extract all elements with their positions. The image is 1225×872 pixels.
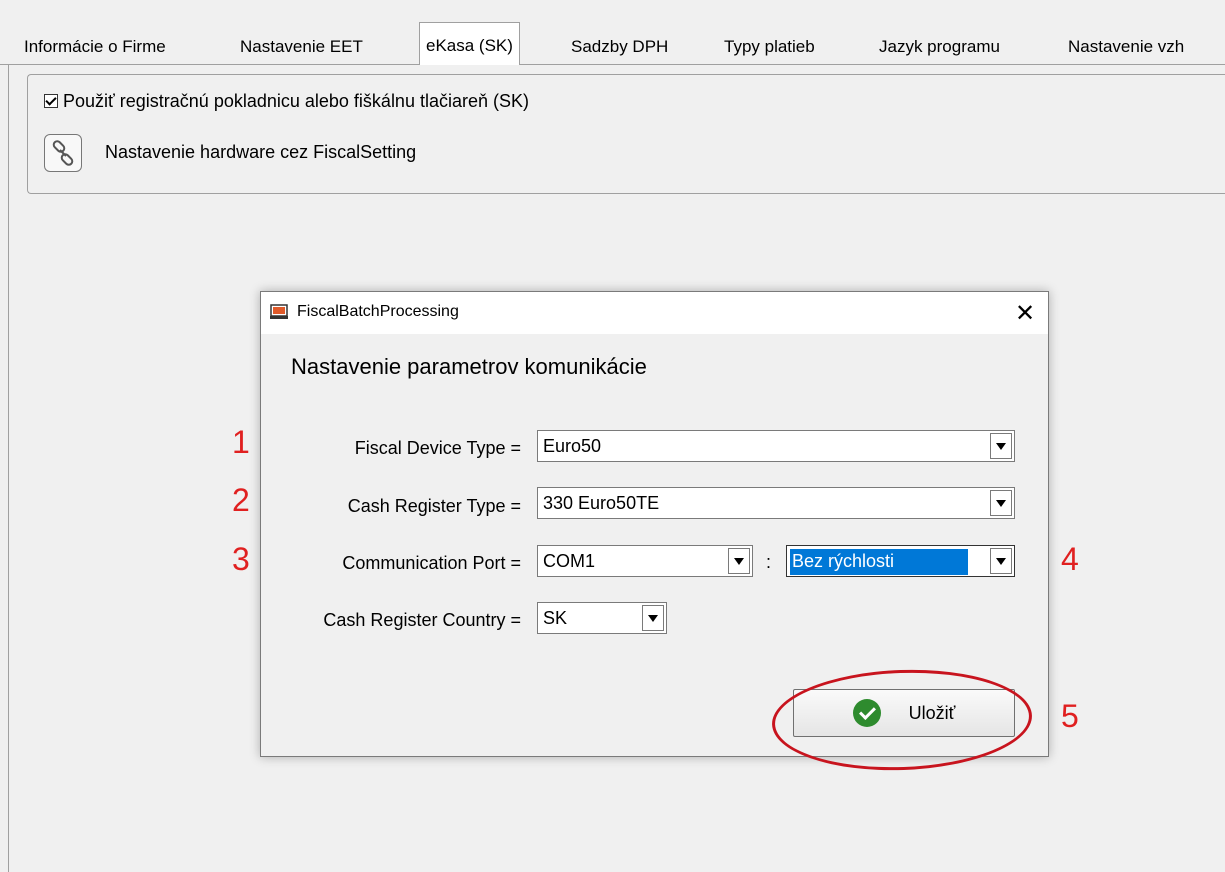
cash-register-country-value: SK (543, 608, 568, 628)
chevron-down-icon[interactable] (990, 433, 1012, 459)
cash-register-type-select[interactable]: 330 Euro50TE (537, 487, 1015, 519)
dialog-title: FiscalBatchProcessing (297, 303, 459, 320)
tab-appearance-settings[interactable]: Nastavenie vzh (1062, 30, 1190, 64)
app-icon (270, 304, 288, 319)
port-speed-select[interactable]: Bez rýchlosti (786, 545, 1015, 577)
annotation-2: 2 (232, 482, 250, 518)
cash-register-country-label: Cash Register Country = (323, 610, 521, 630)
cash-register-type-label: Cash Register Type = (347, 496, 521, 516)
dialog-heading: Nastavenie parametrov komunikácie (291, 354, 647, 379)
tab-company-info[interactable]: Informácie o Firme (18, 30, 172, 64)
tab-program-language[interactable]: Jazyk programu (873, 30, 1006, 64)
tab-ekasa[interactable]: eKasa (SK) (419, 22, 520, 65)
tab-strip: Informácie o Firme Nastavenie EET eKasa … (0, 0, 1225, 66)
cash-register-country-select[interactable]: SK (537, 602, 667, 634)
communication-port-label: Communication Port = (342, 553, 521, 573)
annotation-5: 5 (1061, 698, 1079, 734)
use-register-checkbox[interactable] (44, 94, 58, 108)
fiscal-device-type-select[interactable]: Euro50 (537, 430, 1015, 462)
chevron-down-icon[interactable] (990, 548, 1012, 574)
cash-register-type-value: 330 Euro50TE (543, 493, 660, 513)
chevron-down-icon[interactable] (990, 490, 1012, 516)
communication-port-value: COM1 (543, 551, 596, 571)
link-icon (52, 140, 74, 166)
annotation-1: 1 (232, 424, 250, 460)
tab-divider (0, 64, 1225, 65)
port-speed-value: Bez rýchlosti (790, 549, 968, 575)
use-register-checkbox-row[interactable]: Použiť registračnú pokladnicu alebo fišk… (44, 89, 529, 113)
chevron-down-icon[interactable] (642, 605, 664, 631)
port-speed-separator: : (766, 552, 772, 572)
page-border (8, 64, 9, 872)
tab-vat-rates[interactable]: Sadzby DPH (565, 30, 674, 64)
tab-eet-settings[interactable]: Nastavenie EET (234, 30, 369, 64)
annotation-4: 4 (1061, 541, 1079, 577)
fiscal-device-type-value: Euro50 (543, 436, 602, 456)
use-register-label: Použiť registračnú pokladnicu alebo fišk… (63, 90, 529, 111)
annotation-3: 3 (232, 541, 250, 577)
hardware-settings-button[interactable] (44, 134, 82, 172)
tab-payment-types[interactable]: Typy platieb (718, 30, 821, 64)
close-button[interactable]: ✕ (1002, 292, 1048, 334)
chevron-down-icon[interactable] (728, 548, 750, 574)
hardware-settings-label: Nastavenie hardware cez FiscalSetting (105, 142, 417, 162)
fiscal-device-type-label: Fiscal Device Type = (354, 438, 521, 458)
communication-port-select[interactable]: COM1 (537, 545, 753, 577)
close-icon: ✕ (1014, 299, 1036, 327)
dialog-titlebar: FiscalBatchProcessing ✕ (261, 292, 1048, 334)
